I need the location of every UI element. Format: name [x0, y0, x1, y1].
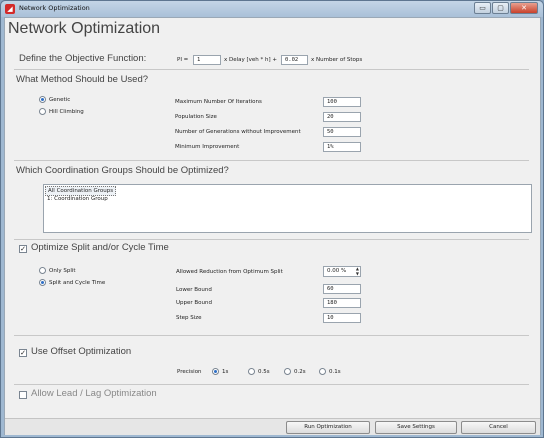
step-size-input[interactable]: 10	[323, 313, 361, 323]
precision-01s-label: 0.1s	[329, 369, 341, 375]
max-iterations-input[interactable]: 100	[323, 97, 361, 107]
precision-label: Precision	[177, 369, 202, 375]
network-optimization-window: ◢ Network Optimization ▭ ▢ ✕ Network Opt…	[0, 0, 544, 438]
coordination-section-title: Which Coordination Groups Should be Opti…	[16, 165, 229, 176]
divider	[14, 160, 529, 161]
window-title: Network Optimization	[19, 4, 90, 12]
cancel-button[interactable]: Cancel	[461, 421, 536, 434]
run-optimization-button[interactable]: Run Optimization	[286, 421, 370, 434]
delay-text: x Delay [veh * h] +	[224, 57, 278, 63]
app-logo-icon: ◢	[5, 4, 15, 14]
spin-down-icon[interactable]: ▼	[356, 271, 359, 276]
close-button[interactable]: ✕	[510, 2, 538, 14]
divider	[14, 384, 529, 385]
page-title: Network Optimization	[8, 20, 161, 37]
save-settings-button[interactable]: Save Settings	[375, 421, 457, 434]
precision-05s-label: 0.5s	[258, 369, 270, 375]
use-offset-checkbox[interactable]: ✓	[19, 349, 27, 357]
optimize-split-checkbox[interactable]: ✓	[19, 245, 27, 253]
generations-label: Number of Generations without Improvemen…	[175, 129, 301, 135]
precision-02s-radio[interactable]	[284, 368, 291, 375]
split-cycle-radio[interactable]	[39, 279, 46, 286]
allow-lead-lag-checkbox[interactable]	[19, 391, 27, 399]
divider	[14, 335, 529, 336]
genetic-radio[interactable]	[39, 96, 46, 103]
only-split-radio[interactable]	[39, 267, 46, 274]
dialog-body: Network Optimization Define the Objectiv…	[4, 17, 541, 435]
lead-lag-section-title: Allow Lead / Lag Optimization	[31, 388, 157, 399]
precision-1s-label: 1s	[222, 369, 229, 375]
step-size-label: Step Size	[176, 315, 202, 321]
stops-weight-input[interactable]: 0.02	[281, 55, 308, 65]
dialog-footer: Run Optimization Save Settings Cancel	[5, 418, 540, 435]
objective-label: Define the Objective Function:	[19, 53, 147, 64]
generations-input[interactable]: 50	[323, 127, 361, 137]
min-improvement-input[interactable]: 1%	[323, 142, 361, 152]
divider	[14, 69, 529, 70]
lower-bound-input[interactable]: 60	[323, 284, 361, 294]
max-iterations-label: Maximum Number Of Iterations	[175, 99, 262, 105]
reduction-label: Allowed Reduction from Optimum Split	[176, 269, 283, 275]
maximize-button[interactable]: ▢	[492, 2, 509, 14]
method-section-title: What Method Should be Used?	[16, 74, 149, 85]
reduction-spinner[interactable]: 0.00 % ▲ ▼	[323, 266, 361, 277]
delay-weight-input[interactable]: 1	[193, 55, 221, 65]
reduction-value: 0.00 %	[327, 268, 347, 274]
population-size-label: Population Size	[175, 114, 217, 120]
upper-bound-label: Upper Bound	[176, 300, 213, 306]
minimize-button[interactable]: ▭	[474, 2, 491, 14]
only-split-label: Only Split	[49, 268, 76, 274]
hill-climbing-label: Hill Climbing	[49, 109, 84, 115]
list-item[interactable]: 1: Coordination Group	[45, 195, 110, 203]
precision-05s-radio[interactable]	[248, 368, 255, 375]
pi-label: PI =	[177, 57, 189, 63]
precision-1s-radio[interactable]	[212, 368, 219, 375]
split-cycle-label: Split and Cycle Time	[49, 280, 106, 286]
min-improvement-label: Minimum Improvement	[175, 144, 240, 150]
population-size-input[interactable]: 20	[323, 112, 361, 122]
divider	[14, 239, 529, 240]
genetic-label: Genetic	[49, 97, 71, 103]
title-bar[interactable]: ◢ Network Optimization ▭ ▢ ✕	[1, 1, 543, 17]
coordination-groups-list[interactable]: All Coordination Groups 1: Coordination …	[43, 184, 532, 233]
window-controls: ▭ ▢ ✕	[473, 2, 538, 14]
spinner-arrows[interactable]: ▲ ▼	[356, 266, 359, 276]
upper-bound-input[interactable]: 180	[323, 298, 361, 308]
split-section-title: Optimize Split and/or Cycle Time	[31, 242, 169, 253]
offset-section-title: Use Offset Optimization	[31, 346, 132, 357]
stops-text: x Number of Stops	[311, 57, 363, 63]
precision-01s-radio[interactable]	[319, 368, 326, 375]
lower-bound-label: Lower Bound	[176, 287, 212, 293]
hill-climbing-radio[interactable]	[39, 108, 46, 115]
precision-02s-label: 0.2s	[294, 369, 306, 375]
